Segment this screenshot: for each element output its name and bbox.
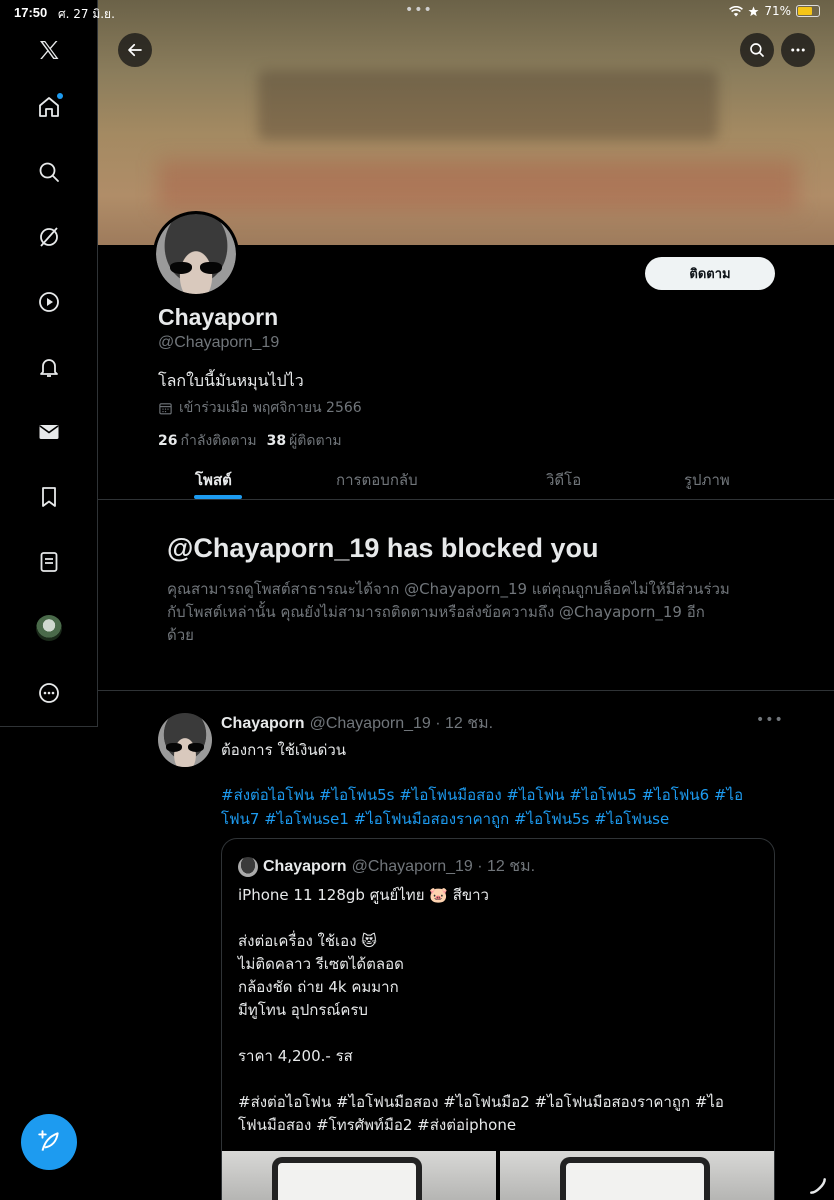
battery-icon xyxy=(796,5,820,17)
tab-posts[interactable]: โพสต์ xyxy=(195,468,232,492)
profile-avatar[interactable] xyxy=(153,211,239,297)
blocked-line-2: กับโพสต์เหล่านั้น คุณยังไม่สามารถติดตามห… xyxy=(167,603,705,621)
tweet-hashtags: #ส่งต่อไอโฟน #ไอโฟน5s #ไอโฟนมือสอง #ไอโฟ… xyxy=(221,783,777,831)
blocked-line-3: ด้วย xyxy=(167,626,194,644)
search-icon xyxy=(750,43,764,57)
arrow-left-icon xyxy=(128,43,142,57)
followers-label: ผู้ติดตาม xyxy=(289,433,342,449)
quote-line: กล้องชัด ถ่าย 4k คมมาก xyxy=(238,978,399,996)
status-right: 71% xyxy=(729,4,820,18)
x-logo-icon[interactable] xyxy=(34,35,64,65)
wifi-icon xyxy=(729,5,744,16)
quote-line: ราคา 4,200.- รส xyxy=(238,1047,353,1065)
tweet-avatar-sunglasses xyxy=(166,743,204,752)
more-icon[interactable] xyxy=(34,678,64,708)
following-link[interactable]: 26 กำลังติดตาม xyxy=(158,430,257,452)
compose-button[interactable] xyxy=(21,1114,77,1170)
tweet-more-button[interactable]: ••• xyxy=(756,712,784,728)
quote-header: Chayaporn @Chayaporn_19 · 12 ชม. xyxy=(238,854,535,879)
phone-photo xyxy=(560,1157,710,1200)
hashtags-line-2[interactable]: โฟน7 #ไอโฟนse1 #ไอโฟนมือสองราคาถูก #ไอโฟ… xyxy=(221,807,777,831)
tweet-avatar[interactable] xyxy=(158,713,212,767)
status-time: 17:50 xyxy=(14,5,48,20)
quote-image-2[interactable] xyxy=(500,1151,774,1200)
tweet-avatar-photo xyxy=(158,713,212,767)
quote-line xyxy=(238,907,763,930)
tab-photos[interactable]: รูปภาพ xyxy=(684,468,730,492)
phone-handset-icon[interactable] xyxy=(808,1176,828,1196)
bookmark-icon[interactable] xyxy=(34,482,64,512)
profile-stats: 26 กำลังติดตาม 38 ผู้ติดตาม xyxy=(158,430,342,452)
quoted-tweet[interactable]: Chayaporn @Chayaporn_19 · 12 ชม. iPhone … xyxy=(221,838,775,1200)
tweet-author-name[interactable]: Chayaporn xyxy=(221,715,305,733)
phone-photo xyxy=(272,1157,422,1200)
list-icon[interactable] xyxy=(34,547,64,577)
quote-line: มีทูโทน อุปกรณ์ครบ xyxy=(238,1001,368,1019)
quote-line: iPhone 11 128gb ศูนย์ไทย 🐷 สีขาว xyxy=(238,886,489,904)
multitasking-dots[interactable]: ••• xyxy=(405,2,433,18)
profile-handle: @Chayaporn_19 xyxy=(158,334,280,351)
bell-icon[interactable] xyxy=(34,352,64,382)
blocked-line-1: คุณสามารถดูโพสต์สาธารณะได้จาก @Chayaporn… xyxy=(167,580,730,598)
avatar-photo xyxy=(156,214,236,294)
profile-bio: โลกใบนี้มันหมุนไปไว xyxy=(158,371,304,390)
battery-percent: 71% xyxy=(764,4,791,18)
follow-button[interactable]: ติดตาม xyxy=(645,257,775,290)
blocked-title: @Chayaporn_19 has blocked you xyxy=(167,533,599,563)
banner-blur-1 xyxy=(258,70,718,140)
battery-fill xyxy=(798,7,813,15)
joined-text: เข้าร่วมเมือ พฤศจิกายน 2566 xyxy=(179,400,362,416)
avatar-sunglasses xyxy=(170,262,222,274)
back-button[interactable] xyxy=(118,33,152,67)
banner-blur-2 xyxy=(158,160,798,210)
following-count: 26 xyxy=(158,433,178,449)
search-icon[interactable] xyxy=(34,157,64,187)
quote-meta: @Chayaporn_19 · 12 ชม. xyxy=(351,858,536,875)
status-date: ศ. 27 มิ.ย. xyxy=(58,7,115,21)
header-search-button[interactable] xyxy=(740,33,774,67)
grok-icon[interactable] xyxy=(34,222,64,252)
sidebar xyxy=(0,0,98,727)
profile-tabs: โพสต์ การตอบกลับ วิดีโอ รูปภาพ xyxy=(98,458,834,500)
profile-avatar-icon[interactable] xyxy=(34,613,64,643)
section-divider xyxy=(98,690,834,691)
followers-link[interactable]: 38 ผู้ติดตาม xyxy=(267,430,342,452)
profile-joined: เข้าร่วมเมือ พฤศจิกายน 2566 xyxy=(158,397,362,419)
tab-videos[interactable]: วิดีโอ xyxy=(546,468,581,492)
quote-line: ไม่ติดคลาว รีเซตได้ตลอด xyxy=(238,955,404,973)
header-more-button[interactable] xyxy=(781,33,815,67)
quote-avatar xyxy=(238,856,258,877)
video-icon[interactable] xyxy=(34,287,64,317)
compose-post-icon xyxy=(38,1130,59,1151)
quote-author-name: Chayaporn xyxy=(263,857,347,875)
sidebar-avatar xyxy=(36,615,62,641)
notification-dot xyxy=(57,93,63,99)
mail-icon[interactable] xyxy=(34,417,64,447)
quote-body: iPhone 11 128gb ศูนย์ไทย 🐷 สีขาว ส่งต่อเ… xyxy=(238,884,763,1137)
calendar-icon xyxy=(159,402,172,414)
blocked-description: คุณสามารถดูโพสต์สาธารณะได้จาก @Chayaporn… xyxy=(167,578,777,647)
quote-line: #ส่งต่อไอโฟน #ไอโฟนมือสอง #ไอโฟนมือ2 #ไอ… xyxy=(238,1093,724,1111)
home-icon[interactable] xyxy=(34,92,64,122)
profile-banner xyxy=(98,0,834,245)
quote-line xyxy=(238,1022,763,1045)
profile-display-name: Chayaporn xyxy=(158,304,279,330)
active-tab-indicator xyxy=(194,495,242,499)
tweet-header: Chayaporn @Chayaporn_19 · 12 ชม. xyxy=(221,711,493,736)
location-star-icon xyxy=(748,5,759,16)
hashtags-line-1[interactable]: #ส่งต่อไอโฟน #ไอโฟน5s #ไอโฟนมือสอง #ไอโฟ… xyxy=(221,783,777,807)
followers-count: 38 xyxy=(266,433,287,449)
status-bar: 17:50 ศ. 27 มิ.ย. ••• 71% xyxy=(0,0,834,24)
tweet-text: ต้องการ ใช้เงินด่วน xyxy=(221,741,347,759)
quote-image-1[interactable] xyxy=(222,1151,496,1200)
quote-line: ส่งต่อเครื่อง ใช้เอง 😻 xyxy=(238,932,377,950)
tweet-meta[interactable]: @Chayaporn_19 · 12 ชม. xyxy=(310,711,494,736)
following-label: กำลังติดตาม xyxy=(180,433,257,449)
quote-line xyxy=(238,1068,763,1091)
more-icon xyxy=(791,48,805,52)
tab-replies[interactable]: การตอบกลับ xyxy=(336,468,418,492)
quote-line: โฟนมือสอง #โทรศัพท์มือ2 #ส่งต่อiphone xyxy=(238,1116,517,1134)
